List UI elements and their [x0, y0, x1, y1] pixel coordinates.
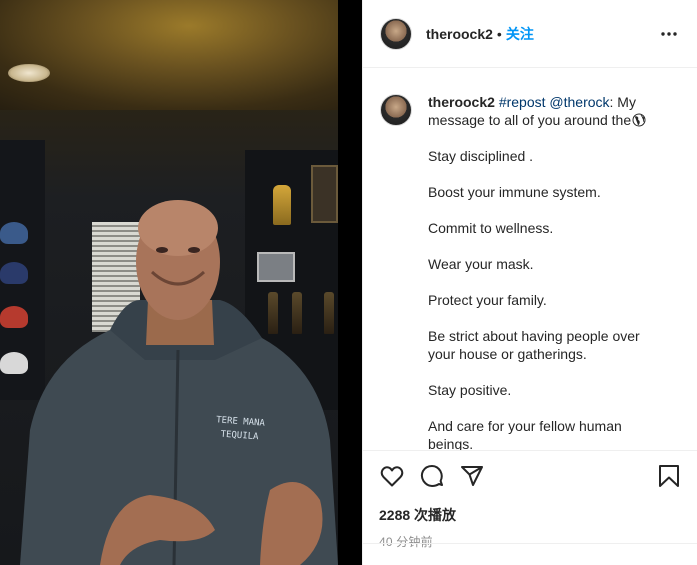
share-button[interactable]: [459, 463, 485, 489]
caption-line: Protect your family.: [428, 292, 547, 308]
action-bar: 2288 次播放 40 分钟前: [363, 450, 697, 565]
caption-avatar[interactable]: [380, 94, 412, 126]
hashtag-link[interactable]: #repost: [499, 94, 546, 110]
media-divider: [338, 0, 362, 565]
follow-button[interactable]: 关注: [506, 24, 534, 44]
separator-dot: •: [496, 25, 502, 42]
caption-username[interactable]: theroock2: [428, 94, 495, 110]
share-icon: [461, 466, 483, 486]
heart-icon: [380, 466, 404, 487]
caption-text: theroock2 #repost @therock: My message t…: [428, 93, 668, 450]
caption-line: Commit to wellness.: [428, 220, 554, 236]
caption-line: Stay disciplined .: [428, 148, 534, 164]
author-avatar[interactable]: [380, 17, 412, 50]
video-player[interactable]: TERE MANA TEQUILA: [0, 0, 338, 565]
more-options-button[interactable]: [657, 22, 681, 46]
caption-line: And care for your fellow human beings.: [428, 418, 622, 450]
caption-intro: theroock2 #repost @therock: My message t…: [428, 93, 668, 129]
caption-area: theroock2 #repost @therock: My message t…: [363, 69, 697, 450]
bookmark-icon: [659, 465, 679, 487]
comment-button[interactable]: [419, 463, 445, 489]
like-button[interactable]: [379, 463, 405, 489]
mention-link[interactable]: @therock: [549, 94, 609, 110]
person-figure: [20, 200, 338, 565]
post-panel: theroock2 • 关注 theroock2 #repost @theroc…: [362, 0, 697, 565]
caption: theroock2 #repost @therock: My message t…: [380, 93, 682, 450]
author-username[interactable]: theroock2: [426, 26, 493, 42]
save-button[interactable]: [656, 463, 682, 489]
action-icons: [379, 451, 682, 501]
caption-line: Stay positive.: [428, 382, 512, 398]
comment-icon: [420, 465, 443, 487]
globe-icon: [632, 113, 646, 127]
caption-line: Be strict about having people over your …: [428, 328, 640, 362]
more-icon: [661, 31, 677, 36]
caption-line: Wear your mask.: [428, 256, 534, 272]
caption-line: Boost your immune system.: [428, 184, 601, 200]
comment-box[interactable]: [363, 543, 697, 565]
view-count[interactable]: 2288 次播放: [379, 505, 682, 525]
post-header: theroock2 • 关注: [363, 0, 697, 68]
